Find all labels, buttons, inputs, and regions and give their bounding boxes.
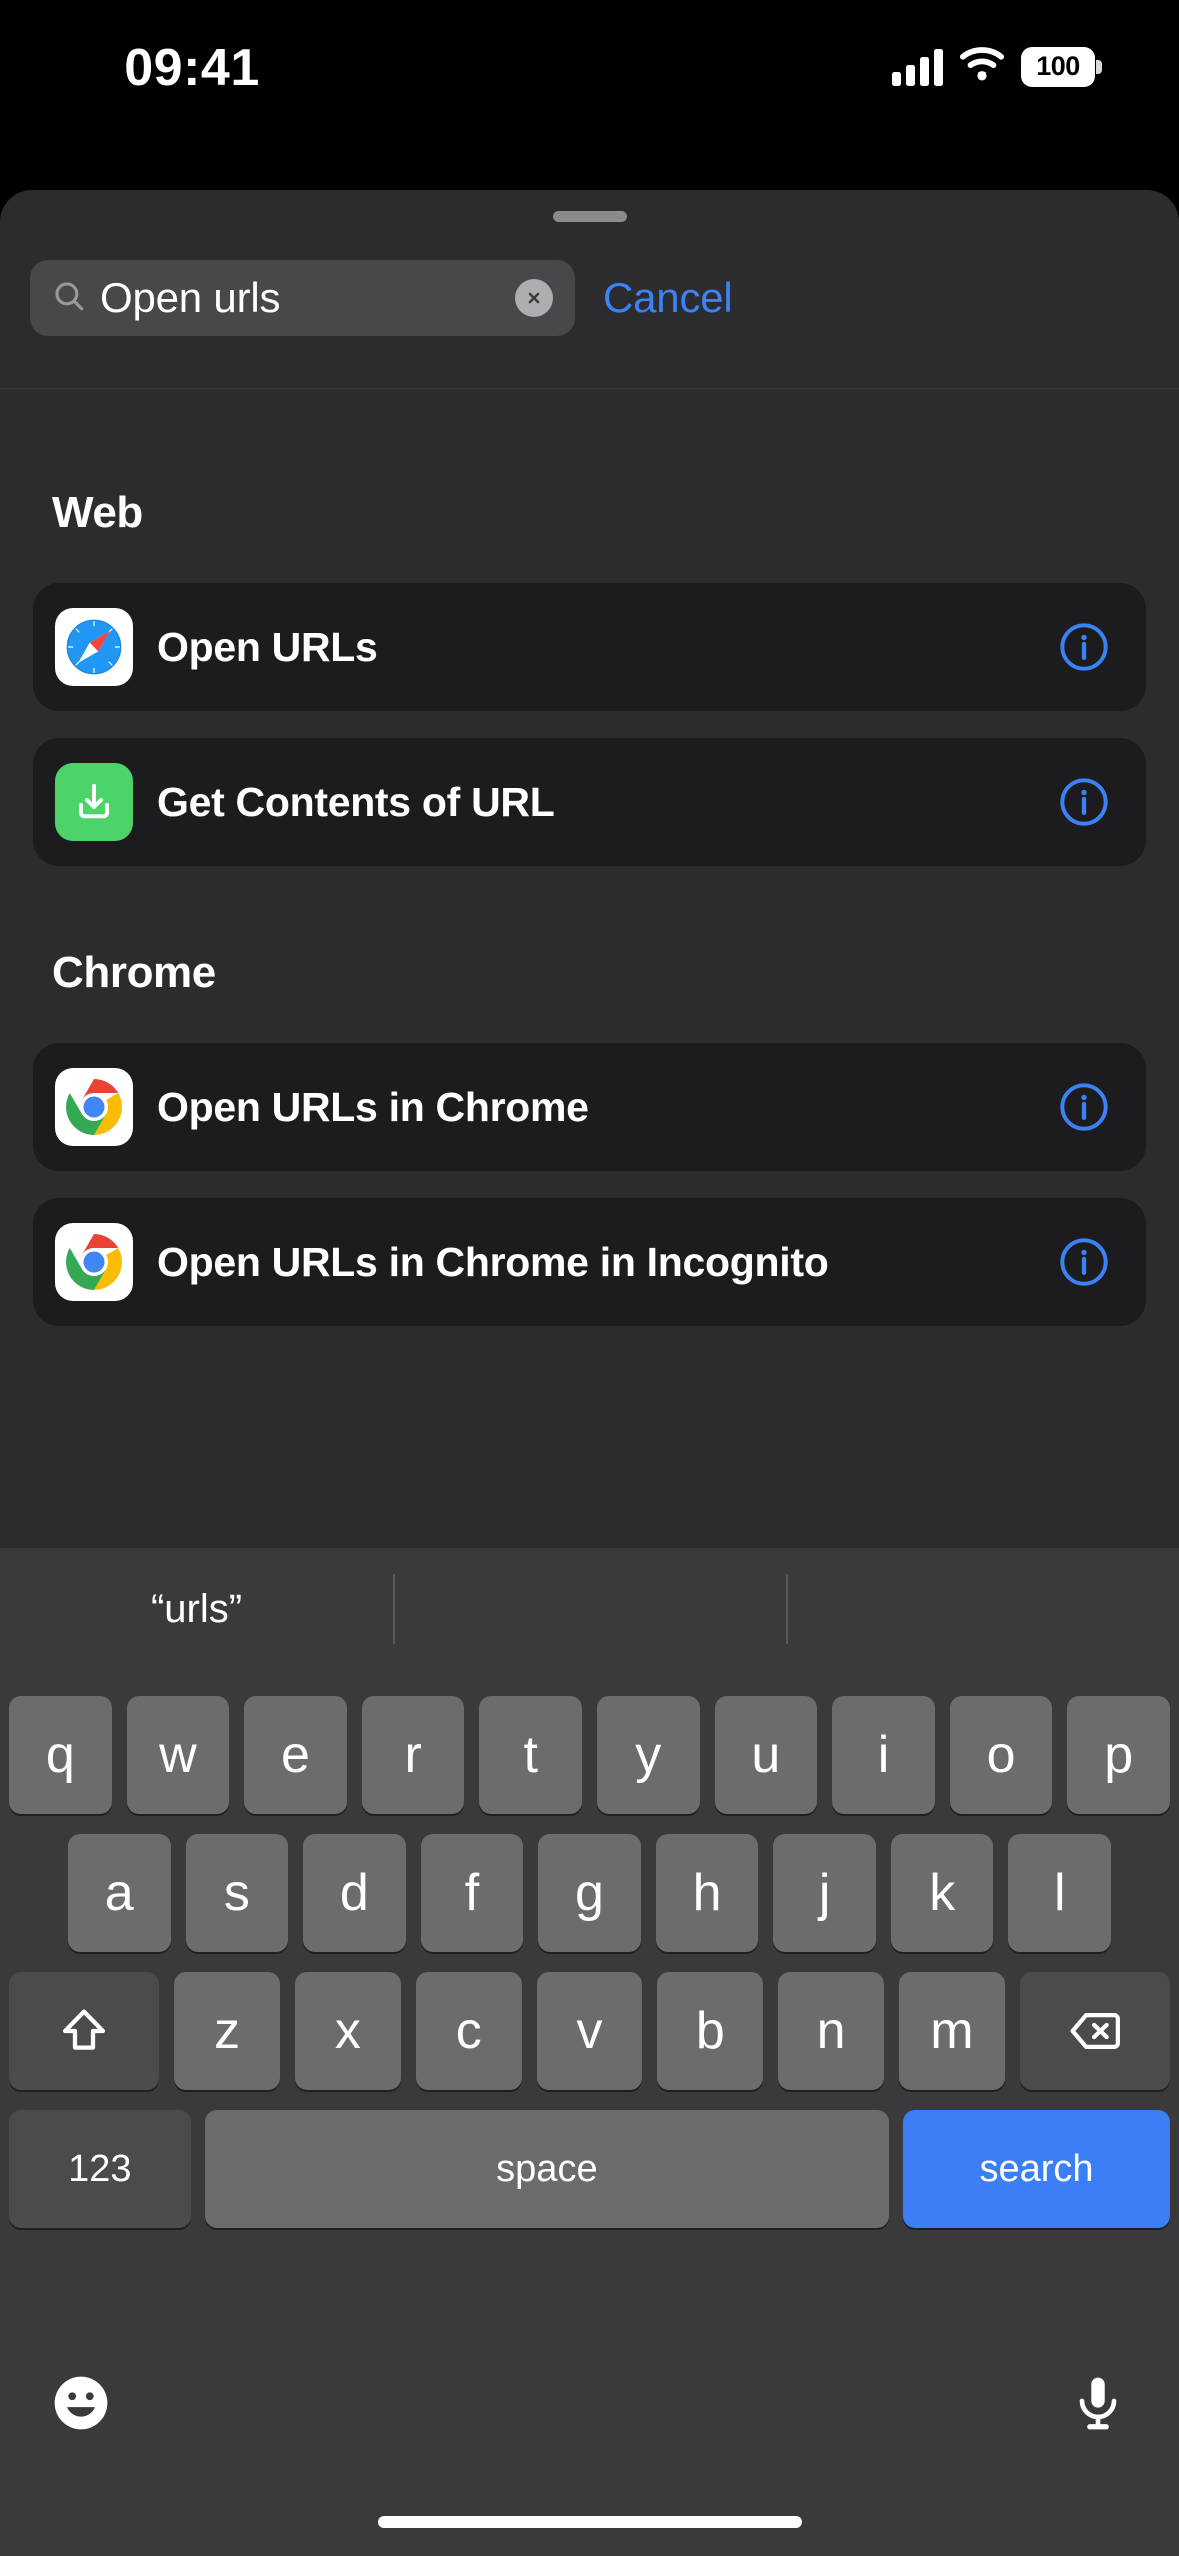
key-z[interactable]: z xyxy=(174,1972,281,2090)
status-bar: 09:41 100 xyxy=(0,0,1179,190)
info-circle-icon[interactable] xyxy=(1058,621,1110,673)
search-input-value: Open urls xyxy=(100,274,281,321)
result-row-label: Open URLs in Chrome in Incognito xyxy=(157,1238,829,1285)
safari-compass-icon xyxy=(55,608,133,686)
status-bar-indicators: 100 xyxy=(892,46,1102,87)
keyboard-bottom-bar xyxy=(0,2350,1179,2460)
key-q[interactable]: q xyxy=(9,1696,112,1814)
cellular-bars-icon xyxy=(892,48,943,86)
key-b[interactable]: b xyxy=(657,1972,764,2090)
predictive-text-bar: “urls” xyxy=(0,1548,1179,1670)
key-f[interactable]: f xyxy=(420,1834,524,1952)
key-p[interactable]: p xyxy=(1067,1696,1170,1814)
home-indicator[interactable] xyxy=(377,2516,802,2528)
info-circle-icon[interactable] xyxy=(1058,776,1110,828)
search-input[interactable]: Open urls xyxy=(30,260,575,336)
section-header-web: Web xyxy=(52,488,143,537)
key-i[interactable]: i xyxy=(832,1696,935,1814)
battery-percent-label: 100 xyxy=(1036,51,1080,81)
info-circle-icon[interactable] xyxy=(1058,1236,1110,1288)
shift-arrow-icon[interactable] xyxy=(9,1972,160,2090)
key-d[interactable]: d xyxy=(303,1834,406,1952)
search-results-list[interactable]: Web Open URLs Get Contents of URL Chrome… xyxy=(0,389,1179,1548)
search-icon xyxy=(30,279,86,318)
cancel-button[interactable]: Cancel xyxy=(603,274,733,322)
result-row-open-urls-in-chrome-incognito[interactable]: Open URLs in Chrome in Incognito xyxy=(33,1198,1146,1326)
result-row-label: Get Contents of URL xyxy=(157,778,555,825)
key-a[interactable]: a xyxy=(67,1834,171,1952)
result-row-get-contents-of-url[interactable]: Get Contents of URL xyxy=(33,738,1146,866)
key-n[interactable]: n xyxy=(778,1972,884,2090)
key-s[interactable]: s xyxy=(185,1834,289,1952)
key-k[interactable]: k xyxy=(890,1834,994,1952)
key-e[interactable]: e xyxy=(244,1696,347,1814)
status-bar-clock: 09:41 xyxy=(124,39,260,97)
prediction-candidate-2[interactable] xyxy=(393,1548,786,1670)
key-o[interactable]: o xyxy=(949,1696,1053,1814)
result-row-label: Open URLs xyxy=(157,623,378,670)
key-space[interactable]: space xyxy=(204,2110,890,2228)
download-tray-icon xyxy=(55,763,133,841)
chrome-logo-icon xyxy=(55,1068,133,1146)
wifi-icon xyxy=(959,46,1005,87)
key-h[interactable]: h xyxy=(655,1834,759,1952)
key-l[interactable]: l xyxy=(1008,1834,1112,1952)
iphone-screen: 09:41 100 Open urls Cancel Web Open URLs… xyxy=(0,0,1179,2556)
prediction-candidate-3[interactable] xyxy=(786,1548,1179,1670)
keyboard-row-1: q w e r t y u i o p xyxy=(0,1696,1179,1814)
key-v[interactable]: v xyxy=(536,1972,643,2090)
clear-circle-icon[interactable] xyxy=(515,279,553,317)
onscreen-keyboard: “urls” q w e r t y u i o p a s d f g h j… xyxy=(0,1548,1179,2556)
delete-left-icon[interactable] xyxy=(1019,1972,1171,2090)
battery-icon: 100 xyxy=(1021,46,1102,87)
key-j[interactable]: j xyxy=(773,1834,876,1952)
result-row-open-urls-in-chrome[interactable]: Open URLs in Chrome xyxy=(33,1043,1146,1171)
key-y[interactable]: y xyxy=(597,1696,700,1814)
key-g[interactable]: g xyxy=(538,1834,641,1952)
section-header-chrome: Chrome xyxy=(52,948,216,997)
prediction-candidate-1[interactable]: “urls” xyxy=(0,1548,393,1670)
keyboard-row-2: a s d f g h j k l xyxy=(0,1834,1179,1952)
microphone-icon[interactable] xyxy=(1067,2372,1129,2439)
key-t[interactable]: t xyxy=(479,1696,582,1814)
sheet-grab-handle[interactable] xyxy=(552,211,627,222)
key-r[interactable]: r xyxy=(361,1696,465,1814)
chrome-logo-icon xyxy=(55,1223,133,1301)
info-circle-icon[interactable] xyxy=(1058,1081,1110,1133)
key-u[interactable]: u xyxy=(714,1696,818,1814)
key-c[interactable]: c xyxy=(415,1972,522,2090)
search-sheet: Open urls Cancel Web Open URLs Get Conte… xyxy=(0,190,1179,1548)
emoji-smiley-icon[interactable] xyxy=(50,2372,112,2439)
search-bar: Open urls Cancel xyxy=(0,252,1179,344)
result-row-open-urls[interactable]: Open URLs xyxy=(33,583,1146,711)
key-m[interactable]: m xyxy=(899,1972,1005,2090)
key-numbers[interactable]: 123 xyxy=(9,2110,191,2228)
key-w[interactable]: w xyxy=(126,1696,230,1814)
key-search-return[interactable]: search xyxy=(903,2110,1170,2228)
keyboard-row-4: 123 space search xyxy=(0,2110,1179,2228)
keyboard-row-3: z x c v b n m xyxy=(0,1972,1179,2090)
result-row-label: Open URLs in Chrome xyxy=(157,1083,589,1130)
key-x[interactable]: x xyxy=(295,1972,401,2090)
